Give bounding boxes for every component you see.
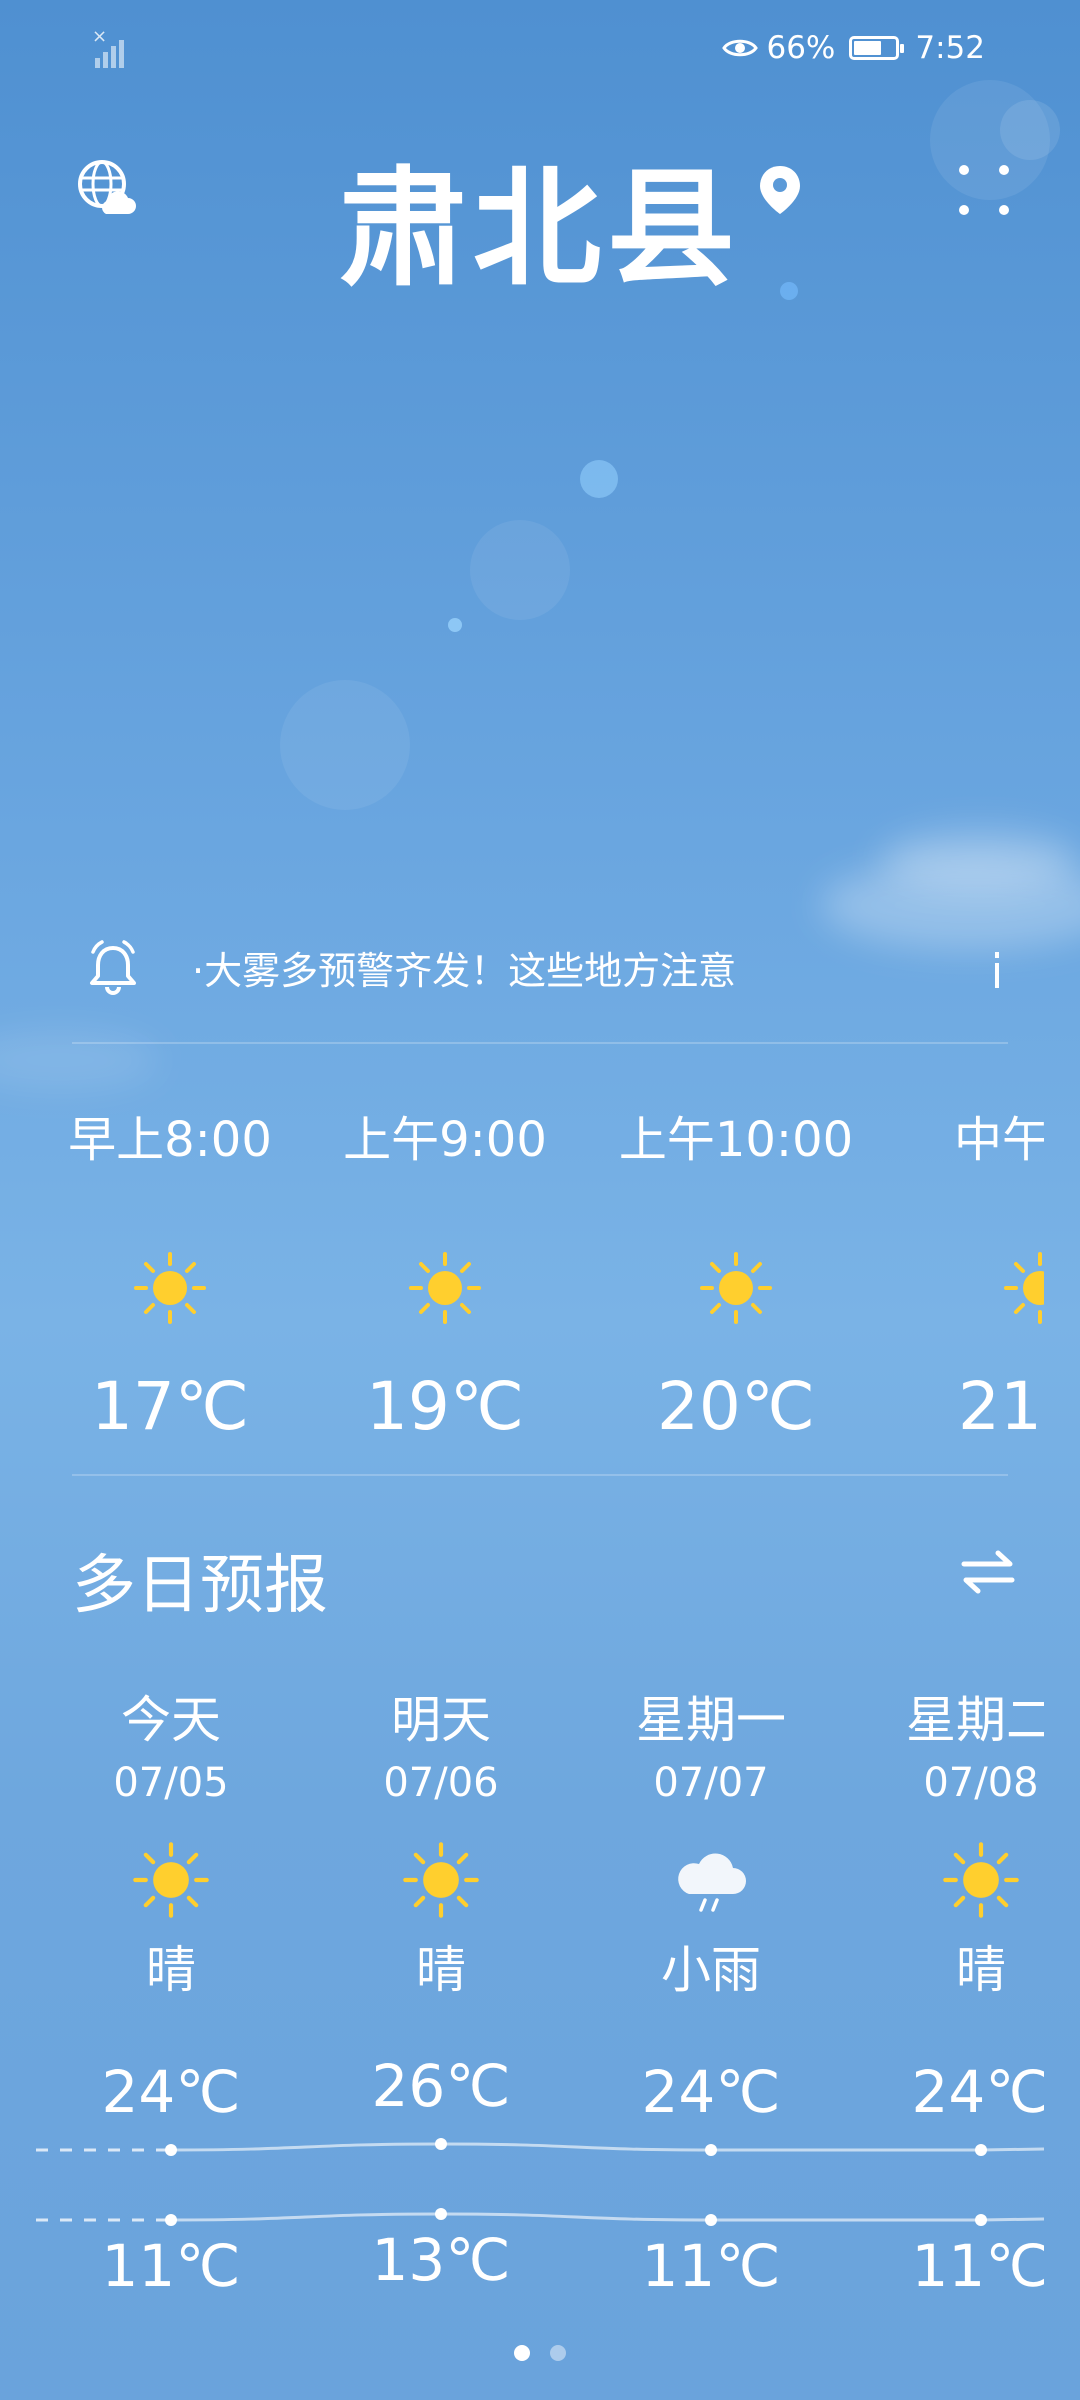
page-dot [550, 2345, 566, 2361]
daily-forecast[interactable]: 今天 07/05 晴 24℃ 11℃ 明天 07/06 晴 26℃ 13℃ 星期… [0, 1660, 1044, 2300]
hourly-time: 早上8:00 [68, 1112, 272, 1168]
day-low: 13℃ [371, 2226, 511, 2294]
alert-bell-icon [90, 940, 136, 995]
day-date: 07/06 [383, 1760, 499, 1806]
bokeh-light [580, 460, 618, 498]
high-temp-line-point [705, 2144, 717, 2156]
eye-comfort-icon [722, 39, 759, 57]
battery-icon [849, 36, 905, 60]
clock: 7:52 [915, 30, 985, 66]
day-date: 07/07 [653, 1760, 769, 1806]
hourly-forecast[interactable]: 早上8:00 17℃ 上午9:00 19℃ 上午10:00 20℃ 中午1 21 [40, 1080, 1044, 1460]
weather-alert-banner[interactable]: ·大雾多预警齐发！这些地方注意 [72, 930, 1012, 1004]
location-pin-icon [758, 164, 802, 216]
low-temp-line [170, 2212, 1044, 2222]
day-low: 11℃ [641, 2232, 781, 2300]
day-low: 11℃ [911, 2232, 1044, 2300]
bokeh-light [470, 520, 570, 620]
day-high: 26℃ [371, 2052, 511, 2120]
day-name: 星期一 [636, 1691, 786, 1749]
low-temp-line-point [705, 2214, 717, 2226]
hourly-time: 上午10:00 [618, 1112, 854, 1168]
day-high: 24℃ [101, 2058, 241, 2126]
day-low: 11℃ [101, 2232, 241, 2300]
hourly-time: 中午1 [954, 1112, 1044, 1168]
day-condition: 小雨 [661, 1941, 761, 1999]
sunny-icon [405, 1248, 485, 1328]
status-bar: × 66% 7:52 [0, 0, 1080, 100]
sunny-icon [399, 1838, 483, 1922]
hourly-temp: 21 [958, 1368, 1042, 1445]
light-rain-icon [669, 1838, 753, 1922]
divider [72, 1042, 1008, 1044]
multi-day-title: 多日预报 [72, 1549, 328, 1623]
signal-icon [95, 32, 124, 68]
day-name: 星期二 [906, 1691, 1044, 1749]
weather-app: × 66% 7:52 肃北县 ·大雾多预警齐发！这些地方注意 早上8:00 17… [0, 0, 1080, 2400]
sunny-icon [939, 1838, 1023, 1922]
day-high: 24℃ [911, 2058, 1044, 2126]
day-condition: 晴 [146, 1941, 196, 1999]
hourly-time: 上午9:00 [343, 1112, 547, 1168]
high-temp-line-point [165, 2144, 177, 2156]
low-temp-line-point [165, 2214, 177, 2226]
info-icon [995, 952, 999, 988]
sunny-icon [130, 1248, 210, 1328]
bokeh-light [448, 618, 462, 632]
sunny-icon [696, 1248, 776, 1328]
bokeh-light [280, 680, 410, 810]
sunny-icon [1000, 1248, 1044, 1328]
page-indicator [0, 2345, 1080, 2361]
hourly-temp: 17℃ [90, 1368, 250, 1445]
day-date: 07/05 [113, 1760, 229, 1806]
day-condition: 晴 [416, 1941, 466, 1999]
high-temp-line-point [435, 2138, 447, 2150]
more-dots-icon [959, 165, 1009, 215]
hourly-temp: 20℃ [656, 1368, 816, 1445]
alert-text: ·大雾多预警齐发！这些地方注意 [192, 948, 737, 993]
more-menu-button[interactable] [956, 162, 1012, 218]
high-temp-line [170, 2142, 1044, 2152]
divider [72, 1474, 1008, 1476]
hourly-temp: 19℃ [365, 1368, 525, 1445]
day-high: 24℃ [641, 2058, 781, 2126]
day-name: 明天 [391, 1691, 491, 1749]
swap-arrows-icon [961, 1550, 1015, 1594]
page-dot [514, 2345, 530, 2361]
low-temp-line-point [435, 2208, 447, 2220]
city-name[interactable]: 肃北县 [0, 125, 1080, 310]
day-name: 今天 [121, 1691, 221, 1749]
day-condition: 晴 [956, 1941, 1006, 1999]
sunny-icon [129, 1838, 213, 1922]
day-date: 07/08 [923, 1760, 1039, 1806]
low-temp-line-point [975, 2214, 987, 2226]
view-switch-button[interactable] [960, 1548, 1016, 1596]
cloud-wisp [880, 830, 1080, 890]
status-right: 66% 7:52 [722, 30, 985, 66]
battery-fill [854, 41, 881, 55]
high-temp-line-point [975, 2144, 987, 2156]
battery-percent: 66% [766, 30, 836, 66]
